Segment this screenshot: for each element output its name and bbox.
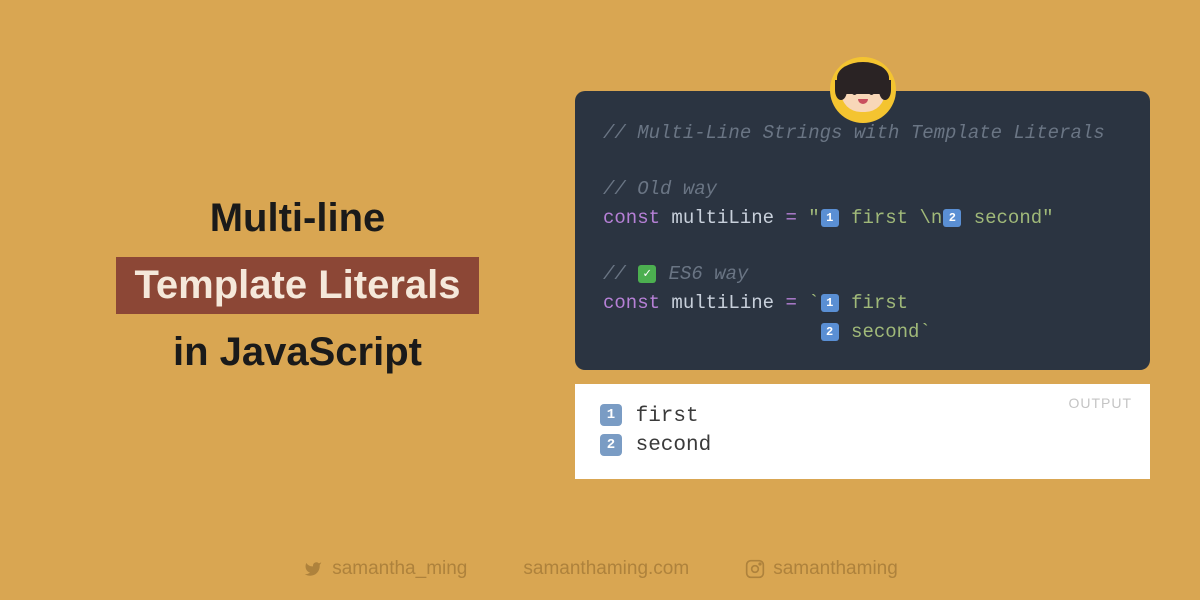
string-first: first bbox=[840, 207, 920, 229]
code-comment-es6-prefix: // bbox=[603, 263, 637, 285]
twitter-icon bbox=[302, 560, 324, 578]
twitter-handle: samantha_ming bbox=[332, 558, 467, 580]
output-line-1: first bbox=[623, 405, 699, 428]
code-comment-old: // Old way bbox=[603, 178, 717, 200]
number-one-icon: 1 bbox=[821, 209, 839, 227]
title-highlight: Template Literals bbox=[116, 257, 478, 314]
keyword-const-2: const bbox=[603, 292, 660, 314]
footer-website: samanthaming.com bbox=[523, 558, 689, 580]
title-line-3: in JavaScript bbox=[173, 330, 422, 375]
backtick-open: ` bbox=[808, 292, 819, 314]
output-line-2: second bbox=[623, 434, 711, 457]
instagram-handle: samanthaming bbox=[773, 558, 898, 580]
output-block: OUTPUT 1 first 2 second bbox=[575, 384, 1150, 479]
keyword-const: const bbox=[603, 207, 660, 229]
code-panel: // Multi-Line Strings with Template Lite… bbox=[575, 91, 1150, 478]
check-icon: ✓ bbox=[638, 265, 656, 283]
output-number-one-icon: 1 bbox=[600, 404, 622, 426]
footer-twitter: samantha_ming bbox=[302, 558, 467, 580]
string-newline: \n bbox=[920, 207, 943, 229]
avatar bbox=[830, 57, 896, 123]
code-comment-title: // Multi-Line Strings with Template Lite… bbox=[603, 122, 1105, 144]
number-one-icon-2: 1 bbox=[821, 294, 839, 312]
output-label: OUTPUT bbox=[1068, 394, 1132, 414]
bt-indent bbox=[603, 321, 820, 343]
var-name: multiLine bbox=[671, 207, 774, 229]
string-open: " bbox=[808, 207, 819, 229]
title-line-1: Multi-line bbox=[210, 196, 386, 241]
equals-op-2: = bbox=[785, 292, 796, 314]
footer: samantha_ming samanthaming.com samantham… bbox=[0, 558, 1200, 580]
bt-second: second bbox=[840, 321, 920, 343]
code-comment-es6-suffix: ES6 way bbox=[657, 263, 748, 285]
string-second: second bbox=[962, 207, 1042, 229]
website-url: samanthaming.com bbox=[523, 558, 689, 580]
title-block: Multi-line Template Literals in JavaScri… bbox=[50, 196, 575, 375]
instagram-icon bbox=[745, 559, 765, 579]
footer-instagram: samanthaming bbox=[745, 558, 898, 580]
string-close: " bbox=[1042, 207, 1053, 229]
equals-op: = bbox=[785, 207, 796, 229]
bt-first: first bbox=[840, 292, 908, 314]
backtick-close: ` bbox=[919, 321, 930, 343]
var-name-2: multiLine bbox=[671, 292, 774, 314]
code-block: // Multi-Line Strings with Template Lite… bbox=[575, 91, 1150, 370]
number-two-icon-2: 2 bbox=[821, 323, 839, 341]
output-number-two-icon: 2 bbox=[600, 434, 622, 456]
number-two-icon: 2 bbox=[943, 209, 961, 227]
